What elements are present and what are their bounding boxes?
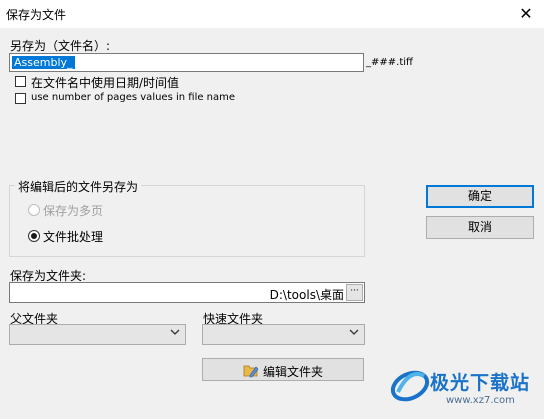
filename-suffix: _###.tiff [366,57,413,68]
window-title: 保存为文件 [6,8,67,22]
watermark-url: www.xz7.com [446,395,515,406]
edit-folder-label: 编辑文件夹 [263,365,324,379]
folder-input[interactable]: D:\tools\桌面 [9,282,365,303]
ok-button[interactable]: 确定 [426,185,534,208]
filename-value: Assembly_ [12,56,75,69]
edit-folder-icon [243,365,259,378]
radio-selected-dot [31,233,37,239]
datetime-label: 在文件名中使用日期/时间值 [31,76,180,90]
multipage-radio[interactable] [28,204,40,216]
batch-label: 文件批处理 [43,230,104,244]
parent-folder-combo[interactable] [9,324,186,345]
batch-radio[interactable] [28,230,40,242]
save-as-label: 另存为（文件名）: [10,39,111,53]
browse-button[interactable]: ··· [346,284,363,301]
quick-folder-combo[interactable] [202,324,365,345]
folder-value: D:\tools\桌面 [269,288,344,302]
cancel-button[interactable]: 取消 [426,216,534,239]
edit-folder-button[interactable]: 编辑文件夹 [202,358,364,381]
save-edited-legend: 将编辑后的文件另存为 [15,178,142,195]
filename-input[interactable]: Assembly_ [9,53,364,72]
watermark-logo: 极光下载站 www.xz7.com [388,362,540,414]
watermark-brand: 极光下载站 [430,372,531,394]
chevron-down-icon [349,329,359,335]
pages-label: use number of pages values in file name [31,92,236,103]
close-button[interactable]: ✕ [512,2,540,26]
title-bar: 保存为文件 ✕ [0,0,544,28]
datetime-checkbox[interactable] [15,76,26,87]
aurora-logo-icon [390,370,430,402]
chevron-down-icon [170,329,180,335]
save-edited-group [9,185,365,257]
multipage-label: 保存为多页 [43,204,104,218]
pages-checkbox[interactable] [15,93,26,104]
